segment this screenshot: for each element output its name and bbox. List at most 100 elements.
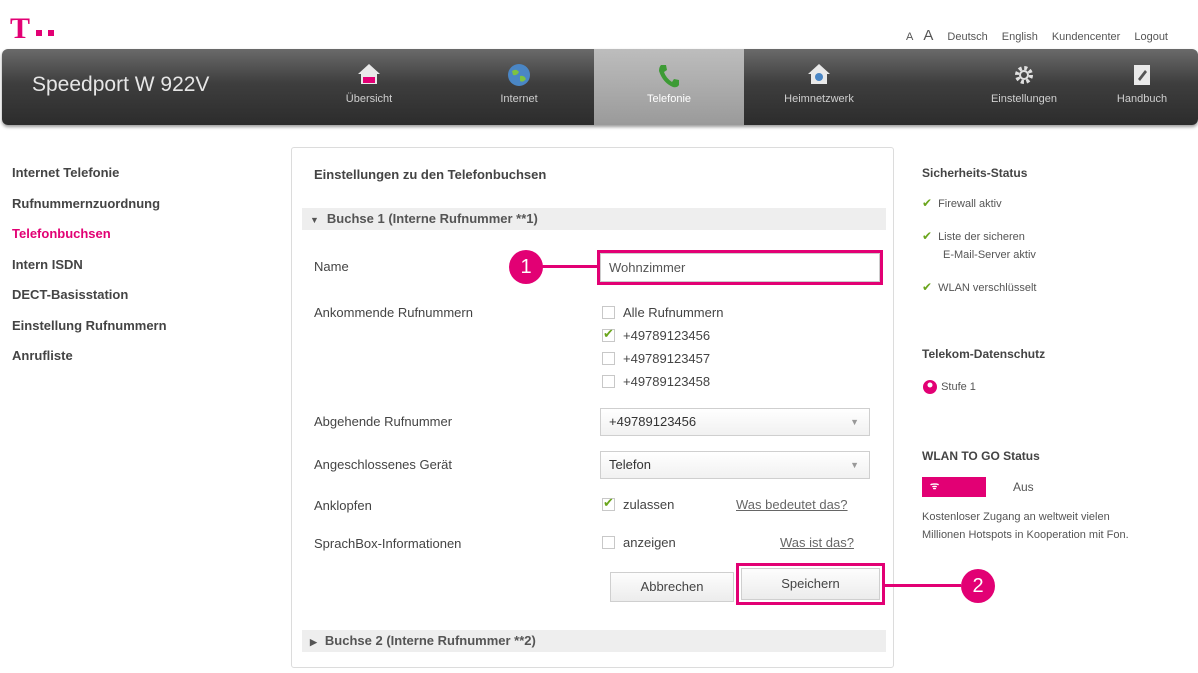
telekom-logo[interactable]: T <box>10 12 55 45</box>
kundencenter-link[interactable]: Kundencenter <box>1052 31 1121 43</box>
main-navbar: Speedport W 922V Übersicht Internet Tele… <box>2 49 1198 125</box>
checkbox-checked[interactable] <box>602 495 615 511</box>
logout-link[interactable]: Logout <box>1134 31 1168 43</box>
gear-icon <box>1015 66 1033 84</box>
name-label: Name <box>314 259 349 274</box>
knock-option[interactable]: zulassen <box>602 495 675 512</box>
sidebar-item-rufnummernzuordnung[interactable]: Rufnummernzuordnung <box>12 195 167 226</box>
incoming-option-all[interactable]: Alle Rufnummern <box>602 305 723 320</box>
home-network-icon <box>808 64 830 84</box>
select-value: +49789123456 <box>609 414 697 429</box>
mailbox-label: SprachBox-Informationen <box>314 536 462 551</box>
name-input[interactable] <box>600 253 880 282</box>
security-title: Sicherheits-Status <box>922 166 1028 180</box>
checkbox[interactable] <box>602 352 615 365</box>
nav-handbuch[interactable]: Handbuch <box>1092 49 1192 125</box>
incoming-option-3[interactable]: +49789123458 <box>602 374 710 389</box>
hotspot-badge: ᯤ HOTSPOT <box>922 477 987 512</box>
knock-help-link[interactable]: Was bedeutet das? <box>736 497 848 512</box>
outgoing-label: Abgehende Rufnummer <box>314 414 453 429</box>
sidebar-item-anrufliste[interactable]: Anrufliste <box>12 347 167 378</box>
nav-label: Telefonie <box>646 93 692 105</box>
section-buchse-2[interactable]: ▶ Buchse 2 (Interne Rufnummer **2) <box>302 630 886 652</box>
check-icon: ✔ <box>922 196 933 210</box>
checkbox-label: Alle Rufnummern <box>623 305 724 320</box>
callout-2-line <box>885 584 961 587</box>
callout-1: 1 <box>509 250 543 284</box>
mail-list-status-line2: E-Mail-Server aktiv <box>943 249 1036 261</box>
home-icon <box>358 64 380 84</box>
nav-heimnetzwerk[interactable]: Heimnetzwerk <box>744 49 894 125</box>
checkbox[interactable] <box>602 536 615 549</box>
chevron-right-icon: ▶ <box>310 637 317 647</box>
select-value: Telefon <box>609 457 651 472</box>
sidebar-item-internet-telefonie[interactable]: Internet Telefonie <box>12 164 167 195</box>
privacy-level[interactable]: Stufe 1 <box>922 378 976 397</box>
book-icon <box>1134 65 1150 85</box>
hotspot-desc-line1: Kostenloser Zugang an weltweit vielen <box>922 511 1110 523</box>
checkbox-label: +49789123457 <box>623 351 711 366</box>
status-text: Liste der sicheren <box>938 231 1025 243</box>
sidebar-item-intern-isdn[interactable]: Intern ISDN <box>12 256 167 287</box>
panel-title: Einstellungen zu den Telefonbuchsen <box>314 167 547 182</box>
incoming-option-1[interactable]: +49789123456 <box>602 326 710 343</box>
wlan-togo-title: WLAN TO GO Status <box>922 449 1040 463</box>
section-title: Buchse 2 (Interne Rufnummer **2) <box>324 633 536 648</box>
nav-einstellungen[interactable]: Einstellungen <box>964 49 1084 125</box>
nav-label: Übersicht <box>345 93 393 105</box>
mail-list-status: ✔ Liste der sicheren <box>922 227 1025 247</box>
nav-internet[interactable]: Internet <box>444 49 594 125</box>
chevron-down-icon: ▼ <box>850 417 859 427</box>
checkbox[interactable] <box>602 306 615 319</box>
logo-dot <box>48 30 55 36</box>
nav-uebersicht[interactable]: Übersicht <box>294 49 444 125</box>
section-buchse-1[interactable]: ▼ Buchse 1 (Interne Rufnummer **1) <box>302 208 886 230</box>
cancel-button[interactable]: Abbrechen <box>610 572 734 602</box>
hotspot-status: Aus <box>1013 480 1034 494</box>
shield-icon <box>923 380 937 395</box>
outgoing-number-select[interactable]: +49789123456 ▼ <box>600 408 870 436</box>
firewall-status: ✔ Firewall aktiv <box>922 194 1002 214</box>
sidebar: Internet Telefonie Rufnummernzuordnung T… <box>12 164 167 378</box>
privacy-level-text: Stufe 1 <box>941 381 976 393</box>
telekom-t-icon: T <box>10 12 31 45</box>
product-name: Speedport W 922V <box>32 73 210 96</box>
chevron-down-icon: ▼ <box>850 460 859 470</box>
mailbox-option[interactable]: anzeigen <box>602 535 676 550</box>
nav-label: Internet <box>500 93 538 105</box>
sidebar-item-dect-basisstation[interactable]: DECT-Basisstation <box>12 286 167 317</box>
privacy-title: Telekom-Datenschutz <box>922 347 1046 361</box>
logo-dot <box>36 30 43 36</box>
globe-icon <box>508 64 530 86</box>
device-label: Angeschlossenes Gerät <box>314 457 453 472</box>
knock-label: Anklopfen <box>314 498 372 513</box>
status-text: WLAN verschlüsselt <box>938 282 1037 294</box>
nav-label: Handbuch <box>1116 93 1168 105</box>
section-title: Buchse 1 (Interne Rufnummer **1) <box>326 211 538 226</box>
check-icon: ✔ <box>922 280 933 294</box>
checkbox-checked[interactable] <box>602 326 615 342</box>
callout-1-line <box>542 265 597 268</box>
phone-icon <box>659 65 679 88</box>
lang-en-link[interactable]: English <box>1002 31 1038 43</box>
checkbox-label: +49789123458 <box>623 374 711 389</box>
lang-de-link[interactable]: Deutsch <box>947 31 987 43</box>
nav-label: Einstellungen <box>990 93 1058 105</box>
font-size-small-link[interactable]: A <box>906 31 913 43</box>
nav-telefonie[interactable]: Telefonie <box>594 49 744 125</box>
mailbox-help-link[interactable]: Was ist das? <box>780 535 854 550</box>
incoming-option-2[interactable]: +49789123457 <box>602 351 710 366</box>
device-select[interactable]: Telefon ▼ <box>600 451 870 479</box>
checkbox-label: anzeigen <box>623 535 676 550</box>
chevron-down-icon: ▼ <box>310 215 319 225</box>
font-size-large-link[interactable]: A <box>923 27 933 44</box>
checkbox-label: zulassen <box>623 497 675 512</box>
status-text: Firewall aktiv <box>938 198 1002 210</box>
sidebar-item-einstellung-rufnummern[interactable]: Einstellung Rufnummern <box>12 317 167 348</box>
sidebar-item-telefonbuchsen[interactable]: Telefonbuchsen <box>12 225 167 256</box>
checkbox[interactable] <box>602 375 615 388</box>
check-icon: ✔ <box>922 229 933 243</box>
incoming-label: Ankommende Rufnummern <box>314 305 473 320</box>
wlan-status: ✔ WLAN verschlüsselt <box>922 278 1036 298</box>
save-button[interactable]: Speichern <box>741 568 880 600</box>
